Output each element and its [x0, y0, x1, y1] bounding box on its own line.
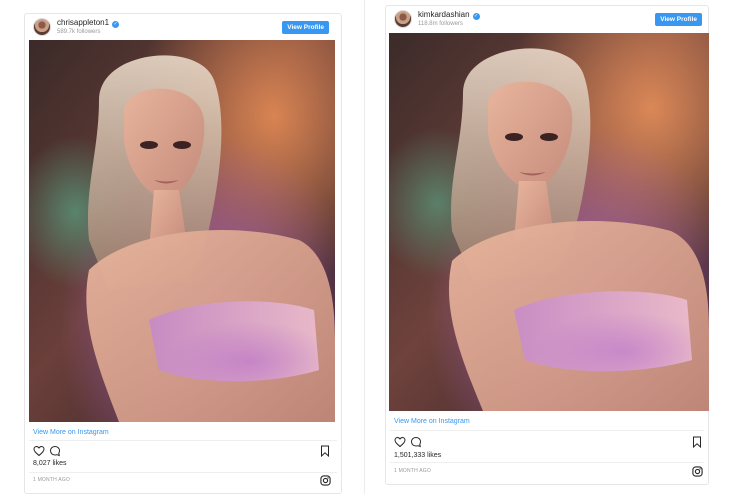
verified-badge-icon: ✓ — [472, 13, 480, 20]
username-link[interactable]: chrisappleton1 ✓ — [57, 18, 120, 28]
like-count: 8,027 likes — [33, 460, 67, 467]
bookmark-icon[interactable] — [691, 436, 703, 448]
post-timestamp: 1 MONTH AGO — [394, 468, 431, 474]
instagram-embed-card: kimkardashian ✓ 118.8m followers View Pro… — [385, 5, 709, 485]
divider — [29, 472, 337, 473]
like-count: 1,501,333 likes — [394, 452, 442, 459]
comment-icon[interactable] — [49, 445, 61, 457]
bookmark-icon[interactable] — [319, 445, 331, 457]
view-more-on-instagram-link[interactable]: View More on Instagram — [394, 418, 470, 425]
username-link[interactable]: kimkardashian ✓ — [418, 10, 480, 20]
comment-icon[interactable] — [410, 436, 422, 448]
heart-icon[interactable] — [394, 436, 406, 448]
post-timestamp: 1 MONTH AGO — [33, 477, 70, 483]
divider — [29, 440, 337, 441]
avatar[interactable] — [394, 10, 412, 28]
instagram-logo-icon[interactable] — [320, 475, 331, 486]
page-divider — [364, 0, 365, 494]
post-header: kimkardashian ✓ 118.8m followers View Pro… — [386, 6, 708, 36]
heart-icon[interactable] — [33, 445, 45, 457]
divider — [390, 462, 704, 463]
divider — [390, 430, 704, 431]
follower-count: 589.7k followers — [57, 29, 101, 35]
follower-count: 118.8m followers — [418, 21, 463, 27]
instagram-embed-card: chrisappleton1 ✓ 589.7k followers View Pr… — [24, 13, 342, 494]
view-more-on-instagram-link[interactable]: View More on Instagram — [33, 429, 109, 436]
view-profile-button[interactable]: View Profile — [282, 21, 329, 34]
avatar[interactable] — [33, 18, 51, 36]
post-photo[interactable] — [389, 33, 709, 411]
post-photo[interactable] — [29, 40, 335, 422]
view-profile-button[interactable]: View Profile — [655, 13, 702, 26]
instagram-logo-icon[interactable] — [692, 466, 703, 477]
verified-badge-icon: ✓ — [112, 21, 120, 28]
